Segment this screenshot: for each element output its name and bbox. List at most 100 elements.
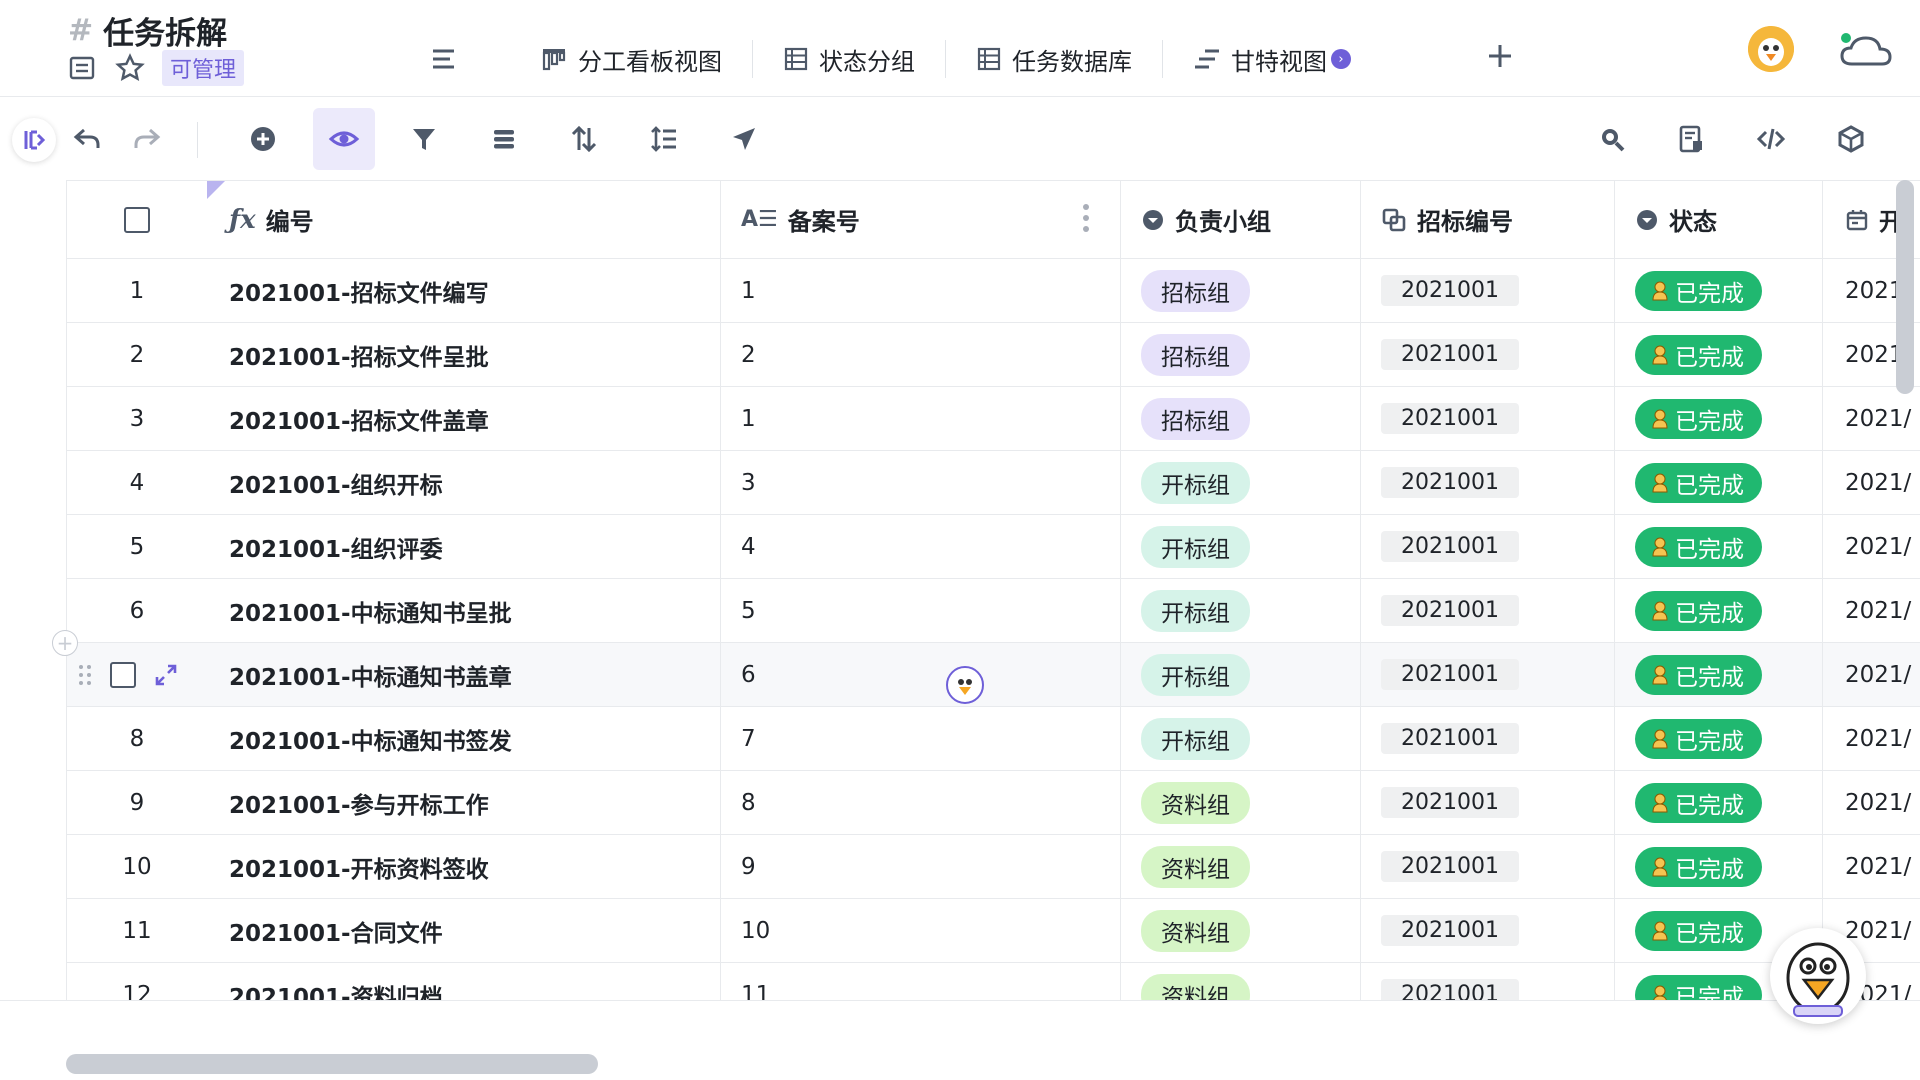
cell-bid[interactable]: 2021001: [1361, 579, 1615, 642]
permission-badge[interactable]: 可管理: [162, 50, 245, 86]
cell-record[interactable]: 3: [721, 451, 1121, 514]
add-record-button[interactable]: [232, 108, 294, 170]
cell-record[interactable]: 1: [721, 259, 1121, 322]
cell-date[interactable]: 2021/: [1823, 387, 1920, 450]
cell-group[interactable]: 开标组: [1121, 643, 1361, 706]
cloud-sync-icon[interactable]: [1838, 28, 1894, 72]
drag-handle-icon[interactable]: [78, 664, 92, 686]
cell-record[interactable]: 5: [721, 579, 1121, 642]
page-title[interactable]: 任务拆解: [103, 8, 227, 53]
bid-link-tag[interactable]: 2021001: [1381, 275, 1519, 306]
column-header-bid[interactable]: 招标编号: [1361, 181, 1615, 258]
column-header-no[interactable]: ƒx 编号: [207, 181, 721, 258]
chevron-right-icon[interactable]: ›: [1331, 49, 1351, 69]
table-row[interactable]: 5 2021001-组织评委 4 开标组 2021001 已完成 2021/: [67, 515, 1920, 579]
cell-status[interactable]: 已完成: [1615, 451, 1823, 514]
widget-button[interactable]: [1820, 108, 1882, 170]
add-view-icon[interactable]: [1484, 40, 1520, 76]
cell-bid[interactable]: 2021001: [1361, 643, 1615, 706]
cell-group[interactable]: 资料组: [1121, 899, 1361, 962]
bid-link-tag[interactable]: 2021001: [1381, 659, 1519, 690]
cell-date[interactable]: 2021/: [1823, 451, 1920, 514]
cell-group[interactable]: 开标组: [1121, 515, 1361, 578]
cell-group[interactable]: 招标组: [1121, 259, 1361, 322]
cell-no[interactable]: 2021001-中标通知书呈批: [207, 579, 721, 642]
table-row[interactable]: 4 2021001-组织开标 3 开标组 2021001 已完成 2021/: [67, 451, 1920, 515]
redo-button[interactable]: [116, 108, 178, 170]
bid-link-tag[interactable]: 2021001: [1381, 851, 1519, 882]
api-button[interactable]: [1740, 108, 1802, 170]
tab-task-database[interactable]: 任务数据库: [946, 40, 1163, 78]
table-row[interactable]: 1 2021001-招标文件编写 1 招标组 2021001 已完成 2021/: [67, 259, 1920, 323]
select-all-checkbox[interactable]: [124, 206, 150, 233]
user-avatar[interactable]: [1748, 26, 1794, 72]
more-vertical-icon[interactable]: [1082, 203, 1090, 233]
cell-no[interactable]: 2021001-组织开标: [207, 451, 721, 514]
table-row[interactable]: 3 2021001-招标文件盖章 1 招标组 2021001 已完成 2021/: [67, 387, 1920, 451]
cell-record[interactable]: 4: [721, 515, 1121, 578]
cell-no[interactable]: 2021001-招标文件编写: [207, 259, 721, 322]
cell-status[interactable]: 已完成: [1615, 579, 1823, 642]
row-height-button[interactable]: [633, 108, 695, 170]
table-row[interactable]: 2021001-中标通知书盖章 6 开标组 2021001 已完成 2021/: [67, 643, 1920, 707]
cell-no[interactable]: 2021001-招标文件盖章: [207, 387, 721, 450]
view-list-icon[interactable]: [430, 44, 460, 74]
column-header-status[interactable]: 状态: [1615, 181, 1823, 258]
form-button[interactable]: [1660, 108, 1722, 170]
group-button[interactable]: [473, 108, 535, 170]
cell-bid[interactable]: 2021001: [1361, 771, 1615, 834]
cell-record[interactable]: 7: [721, 707, 1121, 770]
bid-link-tag[interactable]: 2021001: [1381, 723, 1519, 754]
cell-bid[interactable]: 2021001: [1361, 515, 1615, 578]
table-row[interactable]: 9 2021001-参与开标工作 8 资料组 2021001 已完成 2021/: [67, 771, 1920, 835]
cell-status[interactable]: 已完成: [1615, 643, 1823, 706]
cell-group[interactable]: 招标组: [1121, 323, 1361, 386]
bid-link-tag[interactable]: 2021001: [1381, 467, 1519, 498]
cell-group[interactable]: 开标组: [1121, 451, 1361, 514]
tab-gantt[interactable]: 甘特视图 ›: [1163, 40, 1381, 78]
bid-link-tag[interactable]: 2021001: [1381, 339, 1519, 370]
cell-group[interactable]: 开标组: [1121, 579, 1361, 642]
cell-date[interactable]: 2021/: [1823, 835, 1920, 898]
cell-bid[interactable]: 2021001: [1361, 259, 1615, 322]
cell-date[interactable]: 2021/: [1823, 643, 1920, 706]
cell-bid[interactable]: 2021001: [1361, 835, 1615, 898]
filter-button[interactable]: [393, 108, 455, 170]
cell-status[interactable]: 已完成: [1615, 771, 1823, 834]
cell-bid[interactable]: 2021001: [1361, 323, 1615, 386]
doc-info-icon[interactable]: [66, 52, 98, 84]
cell-record[interactable]: 1: [721, 387, 1121, 450]
cell-record[interactable]: 11: [721, 963, 1121, 1000]
cell-date[interactable]: 2021/: [1823, 771, 1920, 834]
cell-no[interactable]: 2021001-中标通知书签发: [207, 707, 721, 770]
table-row[interactable]: 11 2021001-合同文件 10 资料组 2021001 已完成 2021/: [67, 899, 1920, 963]
tab-status-group[interactable]: 状态分组: [753, 40, 946, 78]
cell-record[interactable]: 2: [721, 323, 1121, 386]
table-row[interactable]: 8 2021001-中标通知书签发 7 开标组 2021001 已完成 2021/: [67, 707, 1920, 771]
cell-status[interactable]: 已完成: [1615, 259, 1823, 322]
hide-fields-button[interactable]: [313, 108, 375, 170]
bid-link-tag[interactable]: 2021001: [1381, 595, 1519, 626]
bid-link-tag[interactable]: 2021001: [1381, 403, 1519, 434]
table-row[interactable]: 10 2021001-开标资料签收 9 资料组 2021001 已完成 2021/: [67, 835, 1920, 899]
bid-link-tag[interactable]: 2021001: [1381, 979, 1519, 1000]
bid-link-tag[interactable]: 2021001: [1381, 787, 1519, 818]
cell-bid[interactable]: 2021001: [1361, 963, 1615, 1000]
cell-date[interactable]: 2021/: [1823, 707, 1920, 770]
cell-group[interactable]: 招标组: [1121, 387, 1361, 450]
star-icon[interactable]: [114, 52, 146, 84]
cell-status[interactable]: 已完成: [1615, 707, 1823, 770]
undo-button[interactable]: [56, 108, 118, 170]
cell-record[interactable]: 9: [721, 835, 1121, 898]
cell-group[interactable]: 资料组: [1121, 771, 1361, 834]
table-row[interactable]: 2 2021001-招标文件呈批 2 招标组 2021001 已完成 2021/: [67, 323, 1920, 387]
table-row[interactable]: 12 2021001-资料归档 11 资料组 2021001 已完成 2021/: [67, 963, 1920, 1000]
insert-row-icon[interactable]: +: [52, 630, 78, 656]
bid-link-tag[interactable]: 2021001: [1381, 531, 1519, 562]
cell-status[interactable]: 已完成: [1615, 515, 1823, 578]
table-row[interactable]: 6 2021001-中标通知书呈批 5 开标组 2021001 已完成 2021/: [67, 579, 1920, 643]
column-header-group[interactable]: 负责小组: [1121, 181, 1361, 258]
cell-bid[interactable]: 2021001: [1361, 387, 1615, 450]
cell-record[interactable]: 10: [721, 899, 1121, 962]
vertical-scrollbar[interactable]: [1896, 180, 1914, 394]
